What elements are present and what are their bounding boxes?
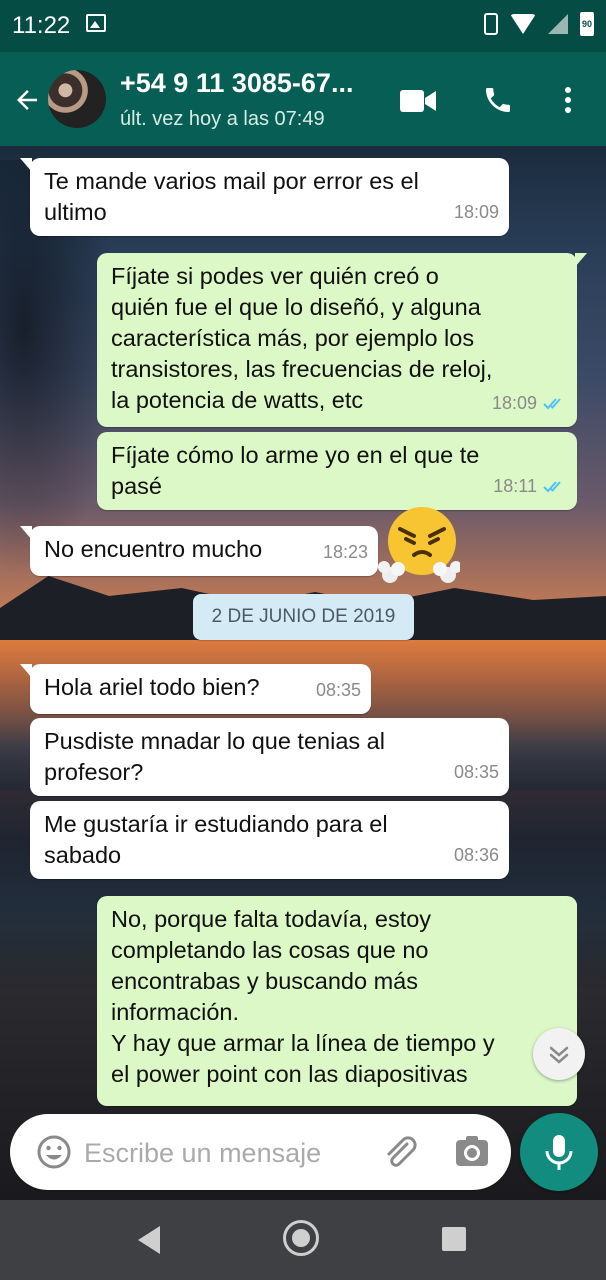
message-time: 08:35	[453, 762, 499, 782]
mic-icon	[545, 1135, 573, 1170]
scroll-to-bottom-button[interactable]	[533, 1028, 585, 1080]
message-text: Me gustaría ir estudiando para el sabado	[44, 811, 388, 868]
gallery-notification-icon	[86, 14, 106, 32]
message-time: 18:23	[322, 542, 368, 562]
angry-emoji-icon	[378, 507, 460, 583]
back-arrow-icon[interactable]	[12, 85, 42, 115]
message-outgoing[interactable]: Fíjate si podes ver quién creó o quién f…	[97, 253, 587, 427]
message-time: 18:09	[491, 393, 537, 413]
message-text: No encuentro mucho	[44, 536, 263, 562]
battery-icon: 90	[580, 12, 594, 36]
phone-icon[interactable]	[482, 84, 514, 116]
date-divider: 2 DE JUNIO DE 2019	[193, 594, 414, 640]
chevron-down-icon	[549, 1046, 569, 1064]
emoji-icon[interactable]	[36, 1134, 72, 1170]
message-outgoing[interactable]: No, porque falta todavía, estoy completa…	[97, 896, 577, 1106]
message-text: Hola ariel todo bien?	[44, 674, 260, 700]
read-ticks-icon	[543, 397, 561, 409]
nav-recents-icon[interactable]	[442, 1227, 466, 1251]
message-composer	[10, 1114, 511, 1190]
message-incoming[interactable]: Te mande varios mail por error es el ult…	[20, 158, 509, 236]
message-incoming[interactable]: No encuentro mucho 18:23	[20, 526, 378, 576]
message-text: Fíjate cómo lo arme yo en el que te pasé	[111, 442, 480, 499]
message-text: No, porque falta todavía, estoy completa…	[111, 906, 495, 1087]
vibrate-icon	[484, 13, 498, 35]
more-vert-icon[interactable]	[558, 84, 578, 116]
contact-avatar[interactable]	[48, 70, 106, 128]
read-ticks-icon	[543, 480, 561, 492]
voice-message-button[interactable]	[520, 1113, 598, 1191]
status-bar: 11:22 90	[0, 0, 606, 52]
message-time: 18:11	[493, 476, 537, 496]
message-time: 08:36	[453, 845, 499, 865]
message-text: Te mande varios mail por error es el ult…	[44, 168, 419, 225]
nav-back-icon[interactable]	[138, 1226, 160, 1254]
message-text: Pusdiste mnadar lo que tenias al profeso…	[44, 728, 385, 785]
message-input[interactable]	[82, 1128, 376, 1178]
paperclip-icon[interactable]	[380, 1132, 420, 1172]
message-incoming[interactable]: Hola ariel todo bien? 08:35	[20, 664, 371, 714]
wifi-icon	[510, 14, 536, 34]
last-seen-status[interactable]: últ. vez hoy a las 07:49	[120, 108, 325, 131]
camera-icon[interactable]	[454, 1134, 490, 1170]
contact-name[interactable]: +54 9 11 3085-67...	[120, 68, 353, 99]
status-time: 11:22	[12, 12, 71, 39]
chat-header: +54 9 11 3085-67... últ. vez hoy a las 0…	[0, 52, 606, 146]
message-text: Fíjate si podes ver quién creó o quién f…	[111, 263, 493, 413]
system-navigation-bar	[0, 1200, 606, 1280]
video-call-icon[interactable]	[400, 90, 436, 112]
message-incoming[interactable]: Me gustaría ir estudiando para el sabado…	[30, 801, 509, 879]
signal-icon	[548, 14, 568, 34]
message-time: 18:09	[453, 202, 499, 222]
message-incoming[interactable]: Pusdiste mnadar lo que tenias al profeso…	[30, 718, 509, 796]
message-time: 08:35	[315, 680, 361, 700]
nav-home-icon[interactable]	[283, 1220, 319, 1256]
message-outgoing[interactable]: Fíjate cómo lo arme yo en el que te pasé…	[97, 432, 577, 510]
